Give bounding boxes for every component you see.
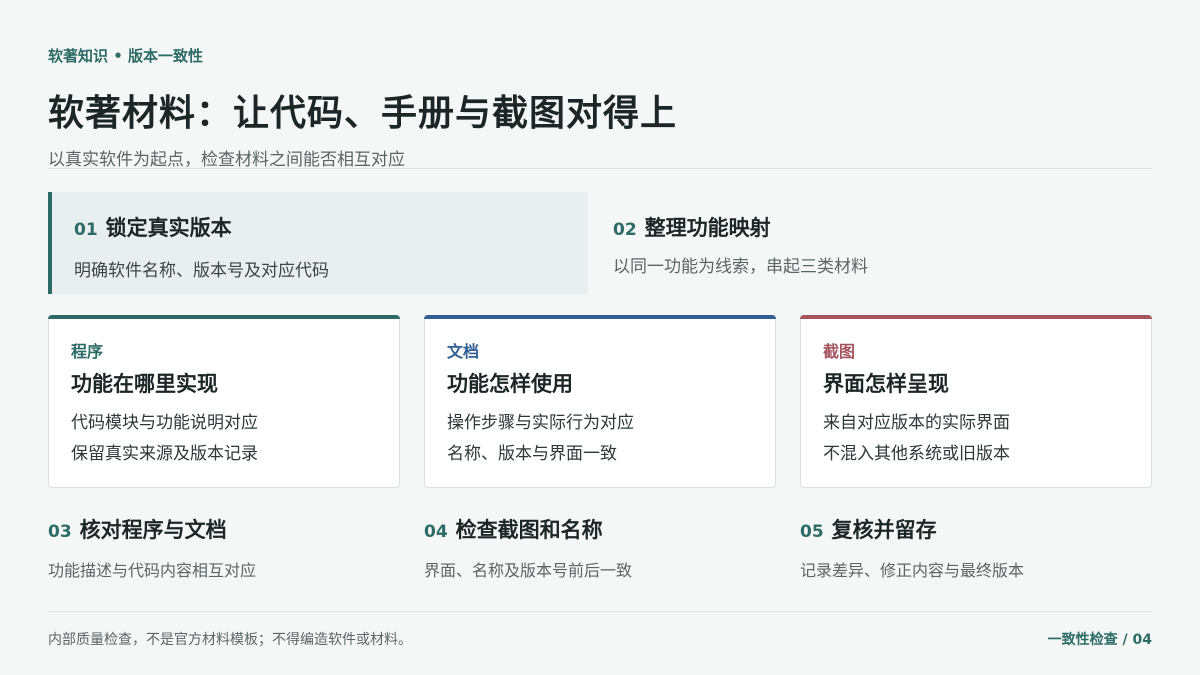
step-number: 05 <box>800 522 824 542</box>
card-line: 名称、版本与界面一致 <box>447 444 617 464</box>
card-line: 代码模块与功能说明对应 <box>71 413 258 433</box>
card-title: 功能怎样使用 <box>447 372 573 396</box>
page-title: 软著材料：让代码、手册与截图对得上 <box>48 93 678 134</box>
step-description: 明确软件名称、版本号及对应代码 <box>74 261 329 281</box>
card-tag: 程序 <box>71 342 104 361</box>
card-line: 来自对应版本的实际界面 <box>823 413 1010 433</box>
card-tag: 截图 <box>823 342 856 361</box>
card-title: 功能在哪里实现 <box>71 372 218 396</box>
step-01: 01 锁定真实版本 明确软件名称、版本号及对应代码 <box>48 192 588 294</box>
card-tag: 文档 <box>447 342 480 361</box>
divider-bottom <box>48 611 1152 612</box>
step-05: 05 复核并留存 记录差异、修正内容与最终版本 <box>800 514 1160 581</box>
card-line: 不混入其他系统或旧版本 <box>823 444 1010 464</box>
eyebrow: 软著知识 • 版本一致性 <box>48 47 204 65</box>
step-title: 整理功能映射 <box>644 216 771 240</box>
step-title: 锁定真实版本 <box>105 216 232 240</box>
card-accent-bar <box>424 315 776 319</box>
card-title: 界面怎样呈现 <box>823 372 949 396</box>
step-number: 04 <box>424 522 448 542</box>
step-number: 01 <box>74 220 98 240</box>
divider-top <box>48 168 1152 169</box>
step-title: 核对程序与文档 <box>79 518 227 542</box>
footer-note: 内部质量检查，不是官方材料模板；不得编造软件或材料。 <box>48 632 412 648</box>
step-description: 以同一功能为线索，串起三类材料 <box>613 257 868 277</box>
card-screenshot: 截图 界面怎样呈现 来自对应版本的实际界面 不混入其他系统或旧版本 <box>800 315 1152 488</box>
step-04: 04 检查截图和名称 界面、名称及版本号前后一致 <box>424 514 784 581</box>
step-title: 检查截图和名称 <box>455 518 603 542</box>
card-document: 文档 功能怎样使用 操作步骤与实际行为对应 名称、版本与界面一致 <box>424 315 776 488</box>
step-03: 03 核对程序与文档 功能描述与代码内容相互对应 <box>48 514 408 581</box>
step-title: 复核并留存 <box>831 518 937 542</box>
step-number: 02 <box>613 220 637 240</box>
card-line: 保留真实来源及版本记录 <box>71 444 258 464</box>
card-accent-bar <box>800 315 1152 319</box>
footer-page-label: 一致性检查 / 04 <box>1047 632 1152 648</box>
page-subtitle: 以真实软件为起点，检查材料之间能否相互对应 <box>48 150 405 170</box>
step-description: 界面、名称及版本号前后一致 <box>424 561 633 580</box>
step-description: 记录差异、修正内容与最终版本 <box>800 561 1025 580</box>
card-accent-bar <box>48 315 400 319</box>
card-line: 操作步骤与实际行为对应 <box>447 413 634 433</box>
card-program: 程序 功能在哪里实现 代码模块与功能说明对应 保留真实来源及版本记录 <box>48 315 400 488</box>
step-number: 03 <box>48 522 72 542</box>
step-02: 02 整理功能映射 以同一功能为线索，串起三类材料 <box>613 192 1153 294</box>
step-description: 功能描述与代码内容相互对应 <box>48 561 257 580</box>
